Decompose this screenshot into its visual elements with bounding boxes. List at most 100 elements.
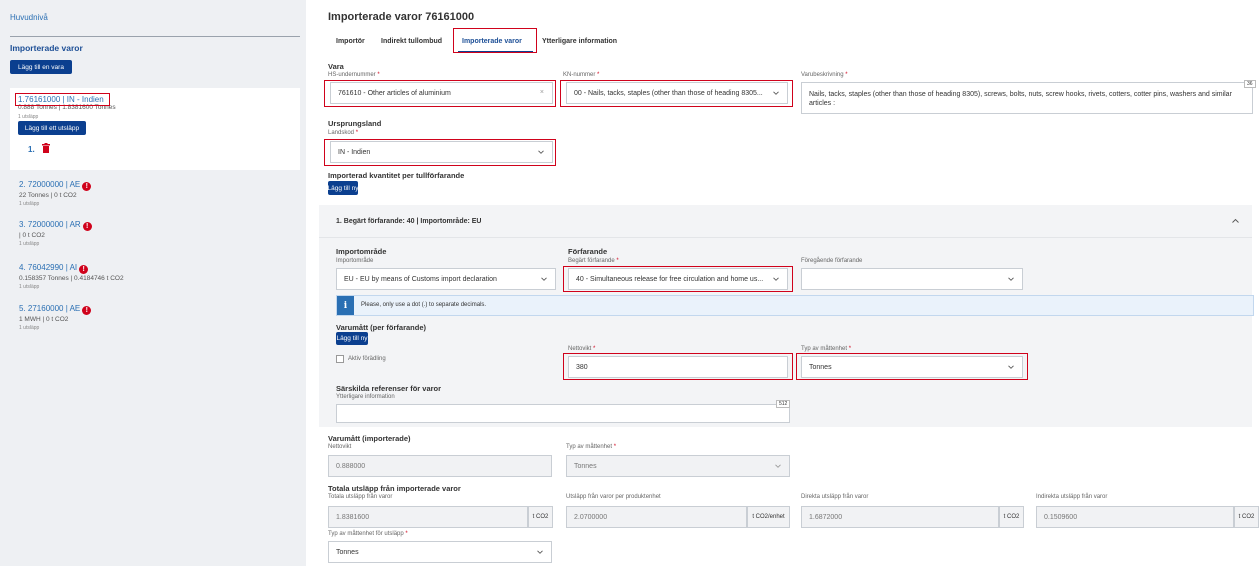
description-label: Varubeskrivning * — [801, 72, 848, 78]
indirect-emissions-value: 0.1509600 — [1044, 513, 1078, 521]
highlight-net-weight — [563, 353, 793, 380]
sidebar-item-sub: 22 Tonnes | 0 t CO2 — [19, 192, 77, 199]
highlight-procedure — [563, 266, 793, 292]
error-icon: ! — [82, 306, 92, 315]
import-area-label: Importområde — [336, 258, 374, 264]
chevron-down-icon — [775, 464, 781, 468]
quantity-heading: Importerad kvantitet per tullförfarande — [328, 171, 465, 180]
description-value: Nails, tacks, staples (other than those … — [809, 91, 1232, 107]
home-link[interactable]: Huvudnivå — [10, 13, 48, 22]
sidebar-divider — [10, 36, 300, 37]
error-icon: ! — [82, 222, 92, 231]
highlight-kn — [560, 80, 793, 107]
procedure-heading: Förfarande — [568, 247, 608, 256]
sidebar-item-title[interactable]: 2. 72000000 | AE — [19, 180, 80, 189]
additional-info-input[interactable] — [336, 404, 790, 423]
import-area-heading: Importområde — [336, 247, 387, 256]
imported-unit-label: Typ av måttenhet * — [566, 444, 617, 450]
info-banner: i Please, only use a dot (.) to separate… — [336, 295, 1254, 316]
add-item-button[interactable]: Lägg till en vara — [10, 60, 72, 74]
total-emissions-field: 1.8381600 — [328, 506, 528, 528]
error-icon: ! — [79, 265, 89, 274]
total-emissions-value: 1.8381600 — [336, 513, 370, 521]
active-refinement-label: Aktiv förädling — [348, 356, 386, 362]
per-unit-emissions-field: 2.0700000 — [566, 506, 747, 528]
import-area-select[interactable]: EU - EU by means of Customs import decla… — [336, 268, 556, 290]
tab-indirect-representative[interactable]: Indirekt tullombud — [381, 38, 442, 45]
description-counter: 36 — [1244, 80, 1256, 88]
sidebar: Huvudnivå Importerade varor Lägg till en… — [0, 0, 306, 566]
add-measure-button[interactable]: Lägg till ny — [336, 332, 368, 345]
per-unit-emissions-value: 2.0700000 — [574, 513, 608, 521]
sidebar-item[interactable]: 5. 27160000 | AE! 1 MWH | 0 t CO2 1 utsl… — [19, 304, 92, 331]
indirect-emissions-label: Indirekta utsläpp från varor — [1036, 494, 1108, 500]
imported-net-value: 0.888000 — [336, 462, 366, 470]
highlight-active-item — [15, 93, 110, 106]
chevron-down-icon — [541, 277, 547, 281]
tab-additional-info[interactable]: Ytterligare information — [542, 38, 617, 45]
sidebar-item-tiny: 1 utsläpp — [19, 325, 40, 331]
sidebar-item[interactable]: 2. 72000000 | AE! 22 Tonnes | 0 t CO2 1 … — [19, 180, 92, 207]
sidebar-item-sub: 0.158357 Tonnes | 0.4184746 t CO2 — [19, 275, 124, 282]
tab-importer[interactable]: Importör — [336, 38, 365, 45]
indirect-emissions-unit: t CO2 — [1234, 506, 1259, 528]
sidebar-item[interactable]: 3. 72000000 | AR! | 0 t CO2 1 utsläpp — [19, 220, 92, 247]
per-unit-emissions-unit: t CO2/enhet — [747, 506, 790, 528]
previous-procedure-select[interactable] — [801, 268, 1023, 290]
highlight-country — [324, 139, 556, 166]
sidebar-item-tiny: 1 utsläpp — [19, 241, 40, 247]
description-field[interactable]: Nails, tacks, staples (other than those … — [801, 82, 1253, 114]
imported-measure-heading: Varumått (importerade) — [328, 434, 411, 443]
net-weight-label: Nettovikt * — [568, 346, 596, 352]
sidebar-item-title[interactable]: 4. 76042990 | AI — [19, 263, 77, 272]
emission-number[interactable]: 1. — [28, 145, 35, 154]
sidebar-item-title[interactable]: 5. 27160000 | AE — [19, 304, 80, 313]
per-unit-emissions-label: Utsläpp från varor per produktenhet — [566, 494, 661, 500]
chevron-down-icon — [1008, 277, 1014, 281]
procedure-panel — [319, 205, 1252, 427]
country-code-label: Landskod * — [328, 130, 359, 136]
emission-unit-type-value: Tonnes — [336, 548, 359, 556]
direct-emissions-label: Direkta utsläpp från varor — [801, 494, 869, 500]
emission-unit-type-select[interactable]: Tonnes — [328, 541, 552, 563]
unit-type-label: Typ av måttenhet * — [801, 346, 852, 352]
emissions-heading: Totala utsläpp från importerade varor — [328, 484, 461, 493]
additional-info-counter: 512 — [776, 400, 791, 408]
add-emission-button[interactable]: Lägg till ett utsläpp — [18, 121, 86, 135]
imported-unit-value: Tonnes — [574, 462, 597, 470]
requested-procedure-label: Begärt förfarande * — [568, 258, 619, 264]
emission-unit-type-label: Typ av måttenhet för utsläpp * — [328, 531, 408, 537]
chevron-up-icon[interactable] — [1232, 218, 1239, 224]
direct-emissions-field: 1.6872000 — [801, 506, 999, 528]
trash-icon[interactable] — [42, 143, 50, 153]
add-quantity-button[interactable]: Lägg till ny — [327, 181, 359, 195]
sidebar-item-tiny: 1 utsläpp — [19, 284, 40, 290]
procedure-panel-header[interactable]: 1. Begärt förfarande: 40 | Importområde:… — [319, 205, 1252, 238]
active-refinement-checkbox[interactable] — [336, 355, 344, 363]
sidebar-item[interactable]: 4. 76042990 | AI! 0.158357 Tonnes | 0.41… — [19, 263, 124, 290]
imported-unit-select: Tonnes — [566, 455, 790, 477]
additional-info-label: Ytterligare information — [336, 394, 395, 400]
imported-net-field: 0.888000 — [328, 455, 552, 477]
direct-emissions-unit: t CO2 — [999, 506, 1024, 528]
highlight-unit-type — [796, 353, 1028, 380]
origin-heading: Ursprungsland — [328, 119, 382, 128]
measure-heading: Varumått (per förfarande) — [336, 323, 427, 332]
import-area-value: EU - EU by means of Customs import decla… — [344, 275, 497, 283]
highlight-hs — [324, 80, 556, 107]
sidebar-item-title[interactable]: 3. 72000000 | AR — [19, 220, 81, 229]
sidebar-item-sub: 1 MWH | 0 t CO2 — [19, 316, 69, 323]
direct-emissions-value: 1.6872000 — [809, 513, 843, 521]
previous-procedure-label: Föregående förfarande — [801, 258, 863, 264]
total-emissions-label: Totala utsläpp från varor — [328, 494, 393, 500]
sidebar-title: Importerade varor — [10, 43, 83, 53]
indirect-emissions-field: 0.1509600 — [1036, 506, 1234, 528]
special-refs-heading: Särskilda referenser för varor — [336, 384, 442, 393]
info-text: Please, only use a dot (.) to separate d… — [361, 302, 487, 308]
hs-label: HS-undernummer * — [328, 72, 380, 78]
total-emissions-unit: t CO2 — [528, 506, 553, 528]
page-title: Importerade varor 76161000 — [328, 11, 475, 23]
sidebar-item-sub: | 0 t CO2 — [19, 232, 45, 239]
sidebar-item-tiny: 1 utsläpp — [19, 201, 40, 207]
info-icon: i — [337, 296, 354, 315]
